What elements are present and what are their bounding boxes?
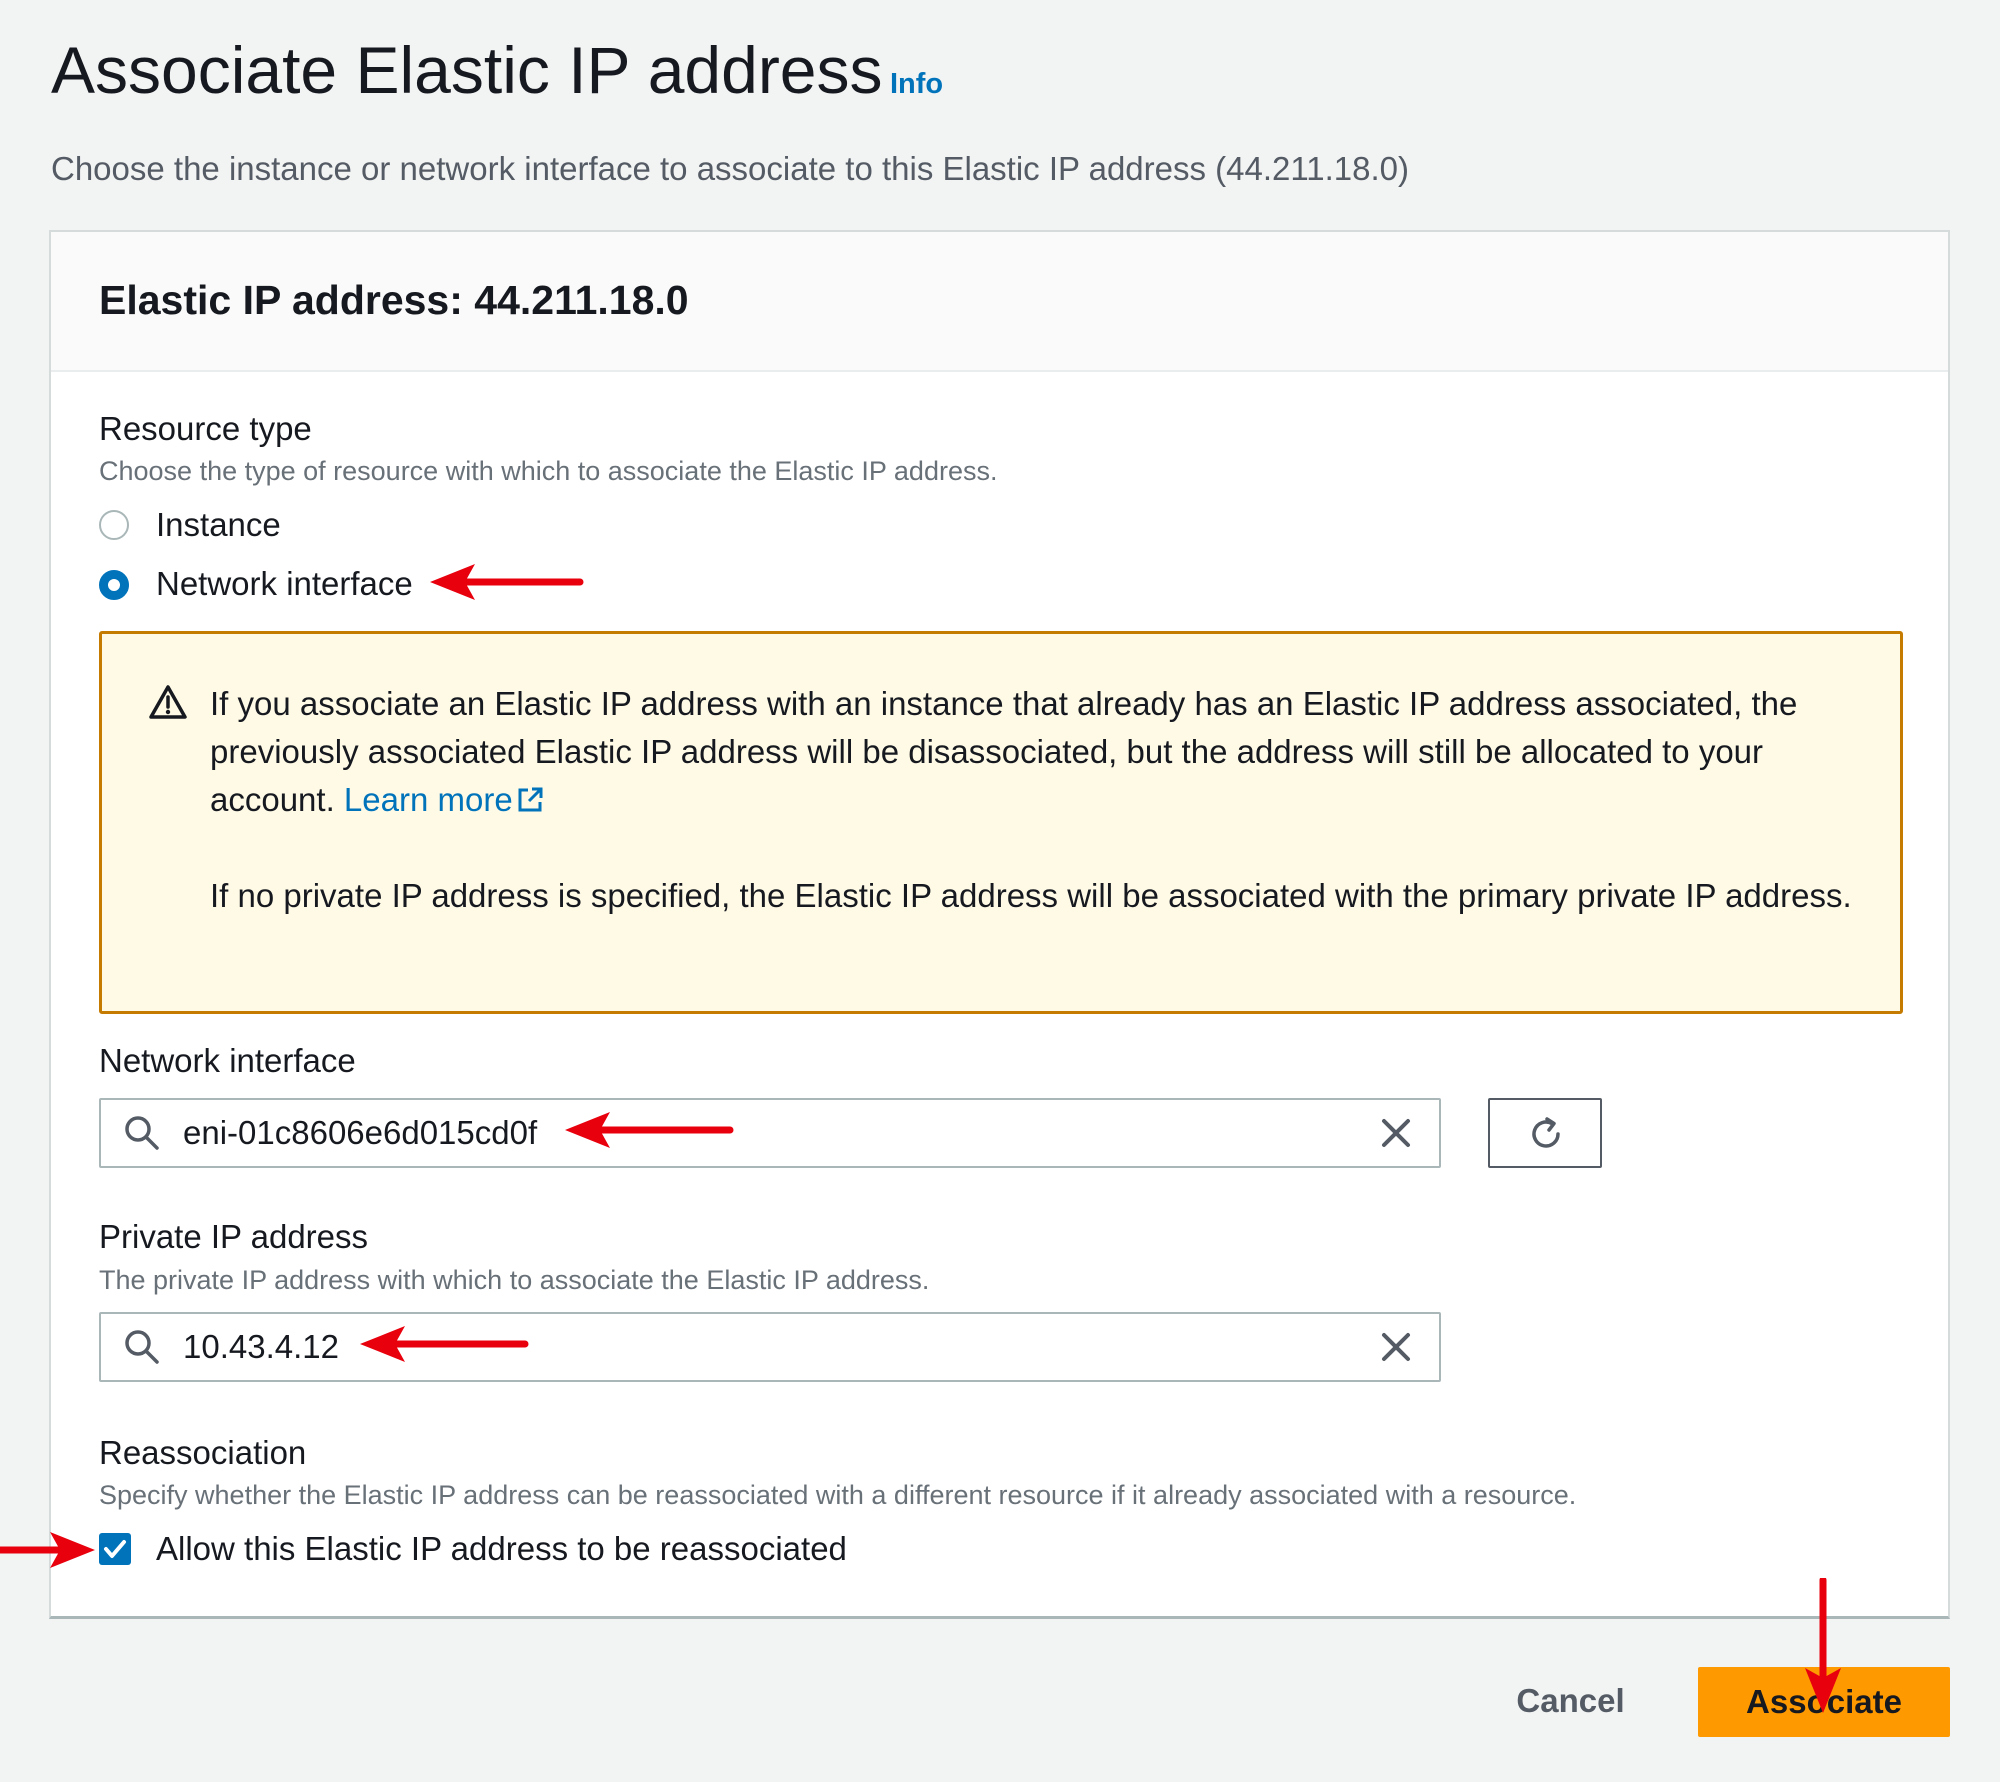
network-interface-radio[interactable]: [99, 570, 129, 600]
clear-icon[interactable]: [1376, 1113, 1416, 1153]
private-ip-description: The private IP address with which to ass…: [99, 1265, 930, 1295]
checkmark-icon: [104, 1540, 126, 1558]
network-interface-radio-label[interactable]: Network interface: [156, 563, 413, 605]
reassociation-label: Reassociation: [99, 1434, 307, 1471]
reassociation-checkbox-label[interactable]: Allow this Elastic IP address to be reas…: [156, 1528, 847, 1570]
network-interface-label: Network interface: [99, 1042, 356, 1079]
network-interface-value[interactable]: eni-01c8606e6d015cd0f: [183, 1112, 537, 1154]
card-title: Elastic IP address: 44.211.18.0: [99, 277, 689, 323]
reassociation-checkbox[interactable]: [99, 1533, 131, 1565]
learn-more-link[interactable]: Learn more: [344, 781, 545, 818]
info-link[interactable]: Info: [890, 66, 943, 102]
warning-icon: [149, 685, 187, 719]
refresh-icon: [1532, 1117, 1560, 1148]
cancel-button[interactable]: Cancel: [1488, 1676, 1653, 1726]
instance-radio[interactable]: [99, 510, 129, 540]
alert-line-2: If no private IP address is specified, t…: [210, 877, 1852, 914]
search-icon: [125, 1116, 159, 1150]
clear-icon[interactable]: [1376, 1327, 1416, 1367]
alert-message: If you associate an Elastic IP address w…: [210, 680, 1860, 920]
associate-button[interactable]: Associate: [1698, 1667, 1950, 1737]
page-description: Choose the instance or network interface…: [51, 150, 1410, 187]
private-ip-value[interactable]: 10.43.4.12: [183, 1326, 339, 1368]
instance-radio-label[interactable]: Instance: [156, 504, 281, 546]
resource-type-description: Choose the type of resource with which t…: [99, 456, 998, 486]
search-icon: [125, 1330, 159, 1364]
external-link-icon: [518, 787, 543, 812]
reassociation-description: Specify whether the Elastic IP address c…: [99, 1480, 1577, 1510]
refresh-button[interactable]: [1488, 1098, 1602, 1168]
page-title: Associate Elastic IP address: [51, 33, 883, 107]
private-ip-label: Private IP address: [99, 1218, 369, 1255]
resource-type-label: Resource type: [99, 410, 312, 447]
